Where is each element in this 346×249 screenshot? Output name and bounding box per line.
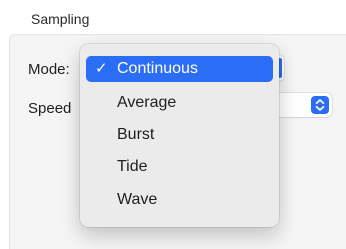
menu-item-label: Burst bbox=[117, 126, 155, 143]
menu-item-burst[interactable]: Burst bbox=[86, 122, 273, 148]
menu-item-continuous[interactable]: ✓ Continuous bbox=[86, 56, 273, 82]
menu-item-label: Continuous bbox=[117, 60, 198, 77]
menu-item-label: Average bbox=[117, 94, 177, 111]
speed-label: Speed bbox=[28, 100, 72, 117]
menu-item-average[interactable]: Average bbox=[86, 90, 273, 116]
mode-dropdown-menu: ✓ Continuous Average Burst Tide Wave bbox=[80, 44, 279, 227]
checkmark-icon: ✓ bbox=[95, 60, 108, 77]
sampling-window: Sampling Mode: Speed ✓ Continuous Averag… bbox=[0, 0, 346, 249]
menu-item-label: Wave bbox=[117, 191, 158, 208]
menu-item-tide[interactable]: Tide bbox=[86, 154, 273, 180]
up-down-chevron-icon bbox=[311, 96, 329, 114]
menu-item-label: Tide bbox=[117, 158, 148, 175]
menu-item-wave[interactable]: Wave bbox=[86, 187, 273, 213]
mode-label: Mode: bbox=[28, 61, 70, 78]
section-title: Sampling bbox=[31, 11, 90, 27]
